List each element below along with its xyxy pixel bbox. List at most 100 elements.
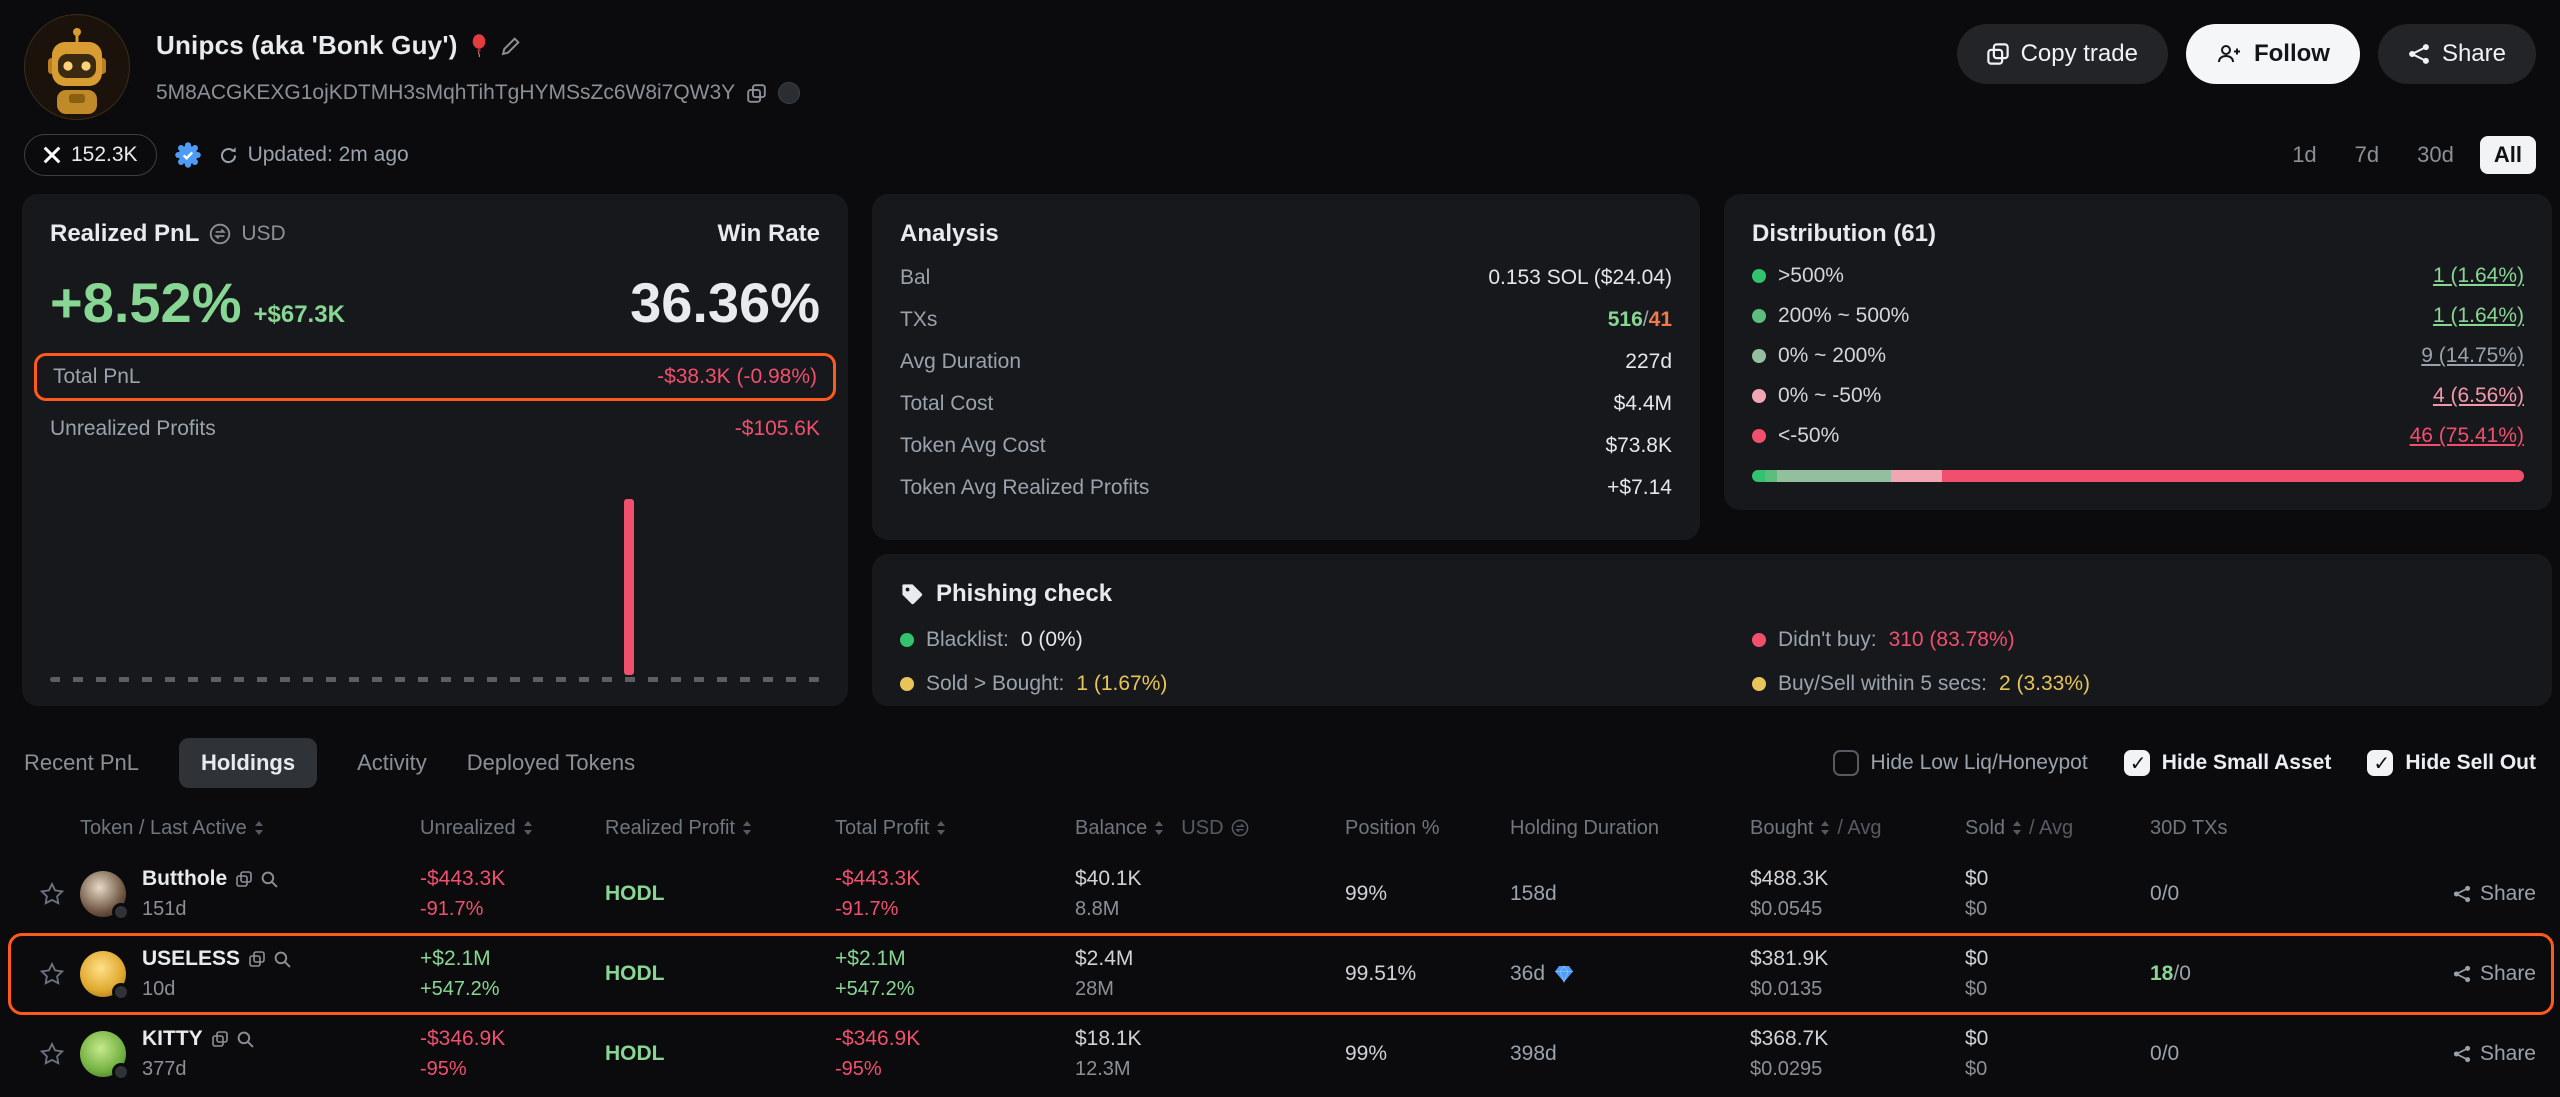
stats-cards: Realized PnL USD Win Rate +8.52% +$67.3K… (0, 194, 2560, 706)
sort-icon[interactable] (2012, 820, 2022, 836)
unrealized-profits-label: Unrealized Profits (50, 417, 216, 441)
time-range-selector: 1d 7d 30d All (2280, 136, 2536, 174)
checkbox-icon[interactable] (2367, 750, 2393, 776)
token-name[interactable]: KITTY (142, 1027, 203, 1051)
share-button[interactable]: Share (2378, 24, 2536, 84)
token-age: 151d (142, 898, 278, 921)
tab-holdings[interactable]: Holdings (179, 738, 317, 788)
token-avatar (80, 871, 126, 917)
x-logo-icon (43, 146, 61, 164)
balloon-icon (470, 34, 488, 58)
filter-hide-sell-out[interactable]: Hide Sell Out (2367, 750, 2536, 776)
filter-label: Hide Low Liq/Honeypot (1871, 751, 2088, 775)
copy-icon[interactable] (236, 871, 252, 887)
profile-text: Unipcs (aka 'Bonk Guy') 5M8ACGKEXG1ojKDT… (156, 14, 800, 120)
unrealized-pct: +547.2% (420, 978, 605, 1001)
range-1d[interactable]: 1d (2280, 136, 2328, 174)
tab-deployed-tokens[interactable]: Deployed Tokens (467, 738, 635, 788)
filter-hide-small-asset[interactable]: Hide Small Asset (2124, 750, 2332, 776)
copy-trade-button[interactable]: Copy trade (1957, 24, 2168, 84)
follow-button[interactable]: Follow (2186, 24, 2360, 84)
analysis-row-bal: Bal 0.153 SOL ($24.04) (900, 266, 1672, 290)
balance-amount: 8.8M (1075, 898, 1345, 921)
win-rate-value: 36.36% (630, 270, 820, 335)
range-7d[interactable]: 7d (2343, 136, 2391, 174)
table-row[interactable]: Butthole 151d -$443.3K-91.7% HODL -$443.… (24, 854, 2536, 934)
tab-activity[interactable]: Activity (357, 738, 427, 788)
range-all[interactable]: All (2480, 136, 2536, 174)
sort-icon[interactable] (523, 820, 533, 836)
sort-icon[interactable] (1820, 820, 1830, 836)
unrealized-pct: -91.7% (420, 898, 605, 921)
col-sold[interactable]: Sold/ Avg (1965, 817, 2150, 840)
col-balance[interactable]: BalanceUSD (1075, 817, 1345, 840)
share-icon (2453, 1045, 2471, 1063)
explorer-icon[interactable] (778, 82, 800, 104)
sort-icon[interactable] (936, 820, 946, 836)
row-share-button[interactable]: Share (2330, 882, 2536, 906)
favorite-star-icon[interactable] (39, 1041, 65, 1067)
tab-recent-pnl[interactable]: Recent PnL (24, 738, 139, 788)
dot-icon (900, 633, 914, 647)
share-icon (2453, 965, 2471, 983)
col-realized-profit[interactable]: Realized Profit (605, 817, 835, 840)
col-token[interactable]: Token / Last Active (80, 817, 420, 840)
checkbox-icon[interactable] (1833, 750, 1859, 776)
bought-avg: $0.0135 (1750, 978, 1965, 1001)
subheader: 152.3K Updated: 2m ago 1d 7d 30d All (0, 120, 2560, 176)
copy-icon[interactable] (212, 1031, 228, 1047)
realized-pnl-value: +8.52% +$67.3K (50, 270, 345, 335)
search-icon[interactable] (274, 951, 291, 968)
sort-icon[interactable] (742, 820, 752, 836)
currency-toggle-icon[interactable] (209, 223, 231, 245)
table-row-highlighted[interactable]: USELESS 10d +$2.1M+547.2% HODL +$2.1M+54… (24, 934, 2536, 1014)
total-profit-value: -$346.9K (835, 1027, 1075, 1051)
unrealized-value: +$2.1M (420, 947, 605, 971)
token-name[interactable]: USELESS (142, 947, 240, 971)
col-bought[interactable]: Bought/ Avg (1750, 817, 1965, 840)
table-row[interactable]: KITTY 377d -$346.9K-95% HODL -$346.9K-95… (24, 1014, 2536, 1094)
header: Unipcs (aka 'Bonk Guy') 5M8ACGKEXG1ojKDT… (0, 0, 2560, 120)
dot-icon (1752, 429, 1766, 443)
sold-avg: $0 (1965, 1058, 2150, 1081)
phishing-sold-gt-bought: Sold > Bought: 1 (1.67%) (900, 672, 1752, 696)
unrealized-value: -$346.9K (420, 1027, 605, 1051)
row-share-button[interactable]: Share (2330, 1042, 2536, 1066)
sort-icon[interactable] (254, 820, 264, 836)
col-total-profit[interactable]: Total Profit (835, 817, 1075, 840)
person-plus-icon (2216, 42, 2242, 66)
distribution-row: >500% 1 (1.64%) (1752, 264, 2524, 288)
favorite-star-icon[interactable] (39, 881, 65, 907)
currency-toggle-icon[interactable] (1231, 819, 1249, 837)
edit-name-icon[interactable] (500, 35, 522, 57)
search-icon[interactable] (237, 1031, 254, 1048)
row-share-button[interactable]: Share (2330, 962, 2536, 986)
sold-value: $0 (1965, 867, 2150, 891)
chain-badge-icon (112, 983, 130, 1001)
copy-address-icon[interactable] (747, 84, 766, 103)
bought-avg: $0.0545 (1750, 898, 1965, 921)
token-name[interactable]: Butthole (142, 867, 227, 891)
dot-icon (1752, 269, 1766, 283)
follow-label: Follow (2254, 40, 2330, 68)
range-30d[interactable]: 30d (2405, 136, 2466, 174)
total-pnl-value: -$38.3K (-0.98%) (657, 365, 817, 389)
total-profit-pct: -95% (835, 1058, 1075, 1081)
wallet-dashboard: Unipcs (aka 'Bonk Guy') 5M8ACGKEXG1ojKDT… (0, 0, 2560, 1097)
x-followers-pill[interactable]: 152.3K (24, 134, 157, 176)
currency-label[interactable]: USD (241, 222, 285, 246)
checkbox-icon[interactable] (2124, 750, 2150, 776)
refresh-icon[interactable] (219, 146, 238, 165)
sort-icon[interactable] (1154, 820, 1164, 836)
realized-pnl-card: Realized PnL USD Win Rate +8.52% +$67.3K… (22, 194, 848, 706)
favorite-star-icon[interactable] (39, 961, 65, 987)
total-pnl-row-highlighted: Total PnL -$38.3K (-0.98%) (34, 353, 836, 401)
col-unrealized[interactable]: Unrealized (420, 817, 605, 840)
filter-hide-low-liq[interactable]: Hide Low Liq/Honeypot (1833, 750, 2088, 776)
dot-icon (1752, 349, 1766, 363)
search-icon[interactable] (261, 871, 278, 888)
realized-pnl-title: Realized PnL (50, 220, 199, 248)
copy-icon[interactable] (249, 951, 265, 967)
holdings-table: Token / Last Active Unrealized Realized … (0, 802, 2560, 1094)
balance-usd: $2.4M (1075, 947, 1345, 971)
